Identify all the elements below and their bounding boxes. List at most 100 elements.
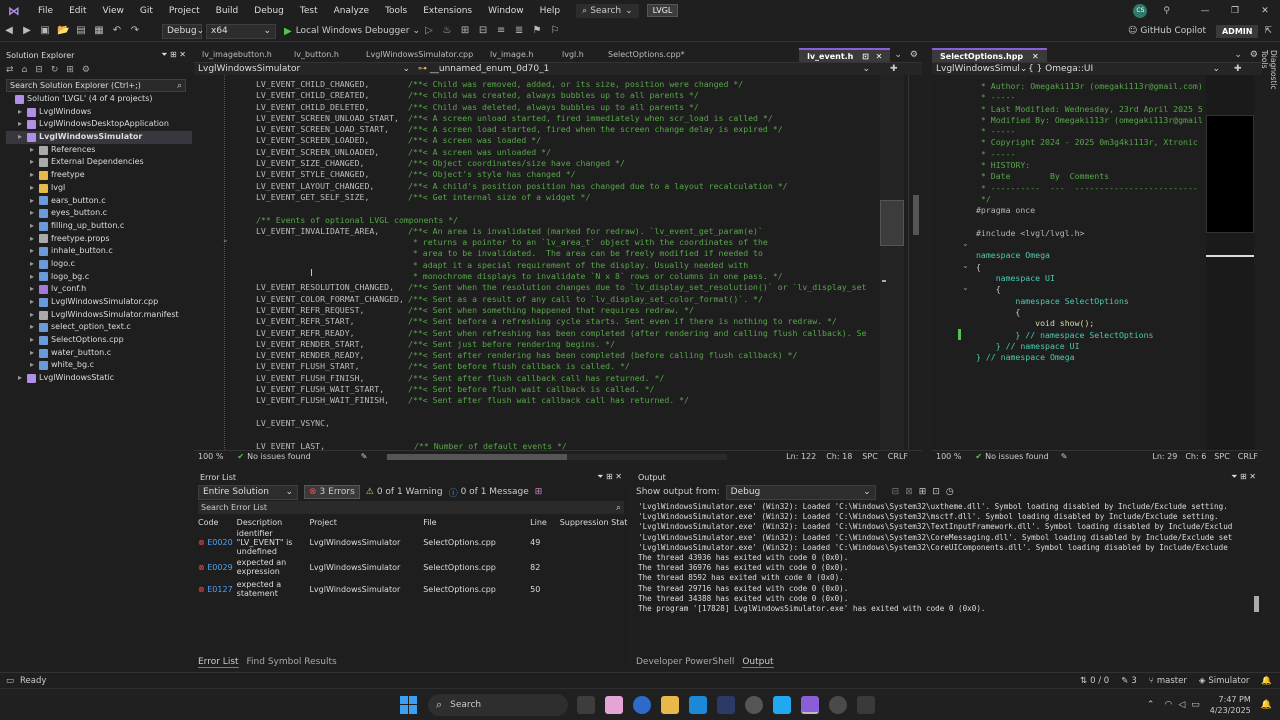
- app-icon-4[interactable]: [661, 695, 679, 714]
- tool-icon-1[interactable]: ⊞: [459, 25, 471, 37]
- menu-item-build[interactable]: Build: [208, 6, 247, 16]
- symbol-scope-select[interactable]: ⊶ __unnamed_enum_0d70_1 ⌄: [414, 63, 874, 75]
- git-branch[interactable]: master: [1157, 676, 1187, 686]
- tree-item[interactable]: ▸ References: [6, 144, 192, 157]
- pin-icon[interactable]: ⏷ ⊞ ✕: [161, 50, 186, 60]
- tree-item[interactable]: ▸ LvglWindowsDesktopApplication: [6, 118, 192, 131]
- column-header[interactable]: Description: [237, 515, 310, 529]
- diagnostic-tools-tab[interactable]: Diagnostic Tools: [1260, 50, 1278, 110]
- home-icon[interactable]: ⌂: [22, 65, 28, 75]
- maximize-icon[interactable]: ❐: [1220, 6, 1250, 16]
- tab-find-symbol-results[interactable]: Find Symbol Results: [247, 657, 337, 667]
- close-icon[interactable]: ✕: [1032, 52, 1039, 61]
- app-icon-5[interactable]: [689, 695, 707, 714]
- filter-icon[interactable]: ⊞: [535, 487, 543, 497]
- copilot-button[interactable]: ☺ GitHub Copilot: [1128, 26, 1206, 36]
- right-zoom-level[interactable]: 100 %: [936, 452, 961, 461]
- errors-filter[interactable]: ⊗ 3 Errors: [304, 485, 360, 499]
- settings-icon[interactable]: ⚙: [906, 50, 922, 60]
- notifications-icon[interactable]: 🔔: [1261, 676, 1272, 686]
- user-avatar[interactable]: CS: [1133, 3, 1148, 18]
- clock-icon[interactable]: ◷: [946, 487, 954, 497]
- tool-icon-2[interactable]: ⊟: [477, 25, 489, 37]
- undo-icon[interactable]: ↶: [111, 25, 123, 37]
- expand-chevron-icon[interactable]: ▸: [30, 207, 39, 220]
- editor-minimap[interactable]: [880, 75, 904, 450]
- save-all-icon[interactable]: ▦: [93, 25, 105, 37]
- start-no-debug-icon[interactable]: ▷: [423, 25, 435, 37]
- menu-item-edit[interactable]: Edit: [61, 6, 94, 16]
- settings-icon[interactable]: ⚙: [82, 65, 90, 75]
- tree-item[interactable]: ▸ white_bg.c: [6, 359, 192, 372]
- comment-icon[interactable]: ≡: [495, 25, 507, 37]
- fold-marker-icon[interactable]: ⌄: [222, 235, 229, 244]
- clear-icon[interactable]: ⊠: [905, 487, 913, 497]
- expand-chevron-icon[interactable]: ▸: [30, 309, 39, 322]
- open-icon[interactable]: 📂: [57, 25, 69, 37]
- expand-chevron-icon[interactable]: ▸: [18, 372, 27, 385]
- nav-forward-icon[interactable]: ▶: [21, 25, 33, 37]
- refresh-icon[interactable]: ↻: [51, 65, 59, 75]
- line-ending[interactable]: CRLF: [888, 452, 908, 461]
- expand-chevron-icon[interactable]: ▸: [18, 106, 27, 119]
- battery-icon[interactable]: ▭: [1191, 700, 1200, 710]
- git-commits[interactable]: 3: [1131, 676, 1136, 686]
- panel-controls-icon[interactable]: ⏷ ⊞ ✕: [597, 472, 622, 482]
- menu-item-help[interactable]: Help: [532, 6, 569, 16]
- uncomment-icon[interactable]: ≣: [513, 25, 525, 37]
- expand-chevron-icon[interactable]: ▸: [30, 182, 39, 195]
- menu-item-tools[interactable]: Tools: [377, 6, 415, 16]
- right-issues-status[interactable]: No issues found: [985, 452, 1049, 461]
- close-icon[interactable]: ✕: [1250, 6, 1280, 16]
- tree-item[interactable]: ▸ LvglWindowsStatic: [6, 372, 192, 385]
- app-icon-3[interactable]: [633, 695, 651, 714]
- tree-item[interactable]: Solution 'LVGL' (4 of 4 projects): [6, 93, 192, 106]
- error-row[interactable]: ⊗ E0127 expected a statement LvglWindowsSi…: [198, 578, 628, 600]
- app-icon-2[interactable]: [605, 695, 623, 714]
- scroll-thumb[interactable]: [913, 195, 919, 235]
- expand-chevron-icon[interactable]: ▸: [30, 233, 39, 246]
- tree-item[interactable]: ▸ freetype.props: [6, 233, 192, 246]
- error-row[interactable]: ⊗ E0029 expected an expression LvglWindows…: [198, 556, 628, 578]
- new-project-icon[interactable]: ▣: [39, 25, 51, 37]
- expand-chevron-icon[interactable]: ▸: [30, 258, 39, 271]
- expand-chevron-icon[interactable]: ▸: [18, 131, 27, 144]
- column-header[interactable]: Line: [530, 515, 560, 529]
- expand-chevron-icon[interactable]: ▸: [30, 347, 39, 360]
- scope-select[interactable]: Entire Solution ⌄: [198, 484, 298, 500]
- platform-select[interactable]: x64 ⌄: [206, 23, 276, 39]
- output-vscrollbar[interactable]: [1252, 500, 1260, 640]
- windows-start-icon[interactable]: [400, 695, 418, 714]
- close-icon[interactable]: ✕: [876, 52, 883, 61]
- tree-item[interactable]: ▸ eyes_button.c: [6, 207, 192, 220]
- clock[interactable]: 7:47 PM 4/23/2025: [1210, 694, 1251, 716]
- pin-icon[interactable]: ⊡: [862, 52, 869, 61]
- config-select[interactable]: Debug ⌄: [162, 23, 204, 39]
- tab-lv-event-h[interactable]: lv_event.h ⊡ ✕: [799, 48, 891, 62]
- right-minimap[interactable]: [1206, 75, 1254, 450]
- zoom-level[interactable]: 100 %: [198, 452, 223, 461]
- tree-item[interactable]: ▸ LvglWindowsSimulator.manifest: [6, 309, 192, 322]
- column-header[interactable]: File: [423, 515, 530, 529]
- app-icon-9[interactable]: [801, 695, 819, 714]
- menu-item-window[interactable]: Window: [480, 6, 532, 16]
- add-icon[interactable]: ✚: [890, 64, 898, 74]
- bookmark-next-icon[interactable]: ⚐: [549, 25, 561, 37]
- tree-item[interactable]: ▸ External Dependencies: [6, 156, 192, 169]
- tree-item[interactable]: ▸ logo.c: [6, 258, 192, 271]
- tree-item[interactable]: ▸ LvglWindows: [6, 106, 192, 119]
- brush-icon[interactable]: ✎: [1061, 452, 1068, 461]
- column-header[interactable]: Project: [309, 515, 423, 529]
- tree-item[interactable]: ▸ inhale_button.c: [6, 245, 192, 258]
- expand-chevron-icon[interactable]: ▸: [30, 359, 39, 372]
- tab-error-list[interactable]: Error List: [198, 657, 239, 668]
- volume-icon[interactable]: ◁: [1178, 700, 1185, 710]
- editor-tab[interactable]: SelectOptions.cpp*: [600, 48, 700, 62]
- expand-chevron-icon[interactable]: ▸: [30, 220, 39, 233]
- bookmark-icon[interactable]: ⚑: [531, 25, 543, 37]
- redo-icon[interactable]: ↷: [129, 25, 141, 37]
- sync-icon[interactable]: ⇄: [6, 65, 14, 75]
- tray-chevron-icon[interactable]: ⌃: [1147, 700, 1155, 710]
- hot-reload-icon[interactable]: ⚲: [1163, 6, 1170, 16]
- menu-item-project[interactable]: Project: [161, 6, 208, 16]
